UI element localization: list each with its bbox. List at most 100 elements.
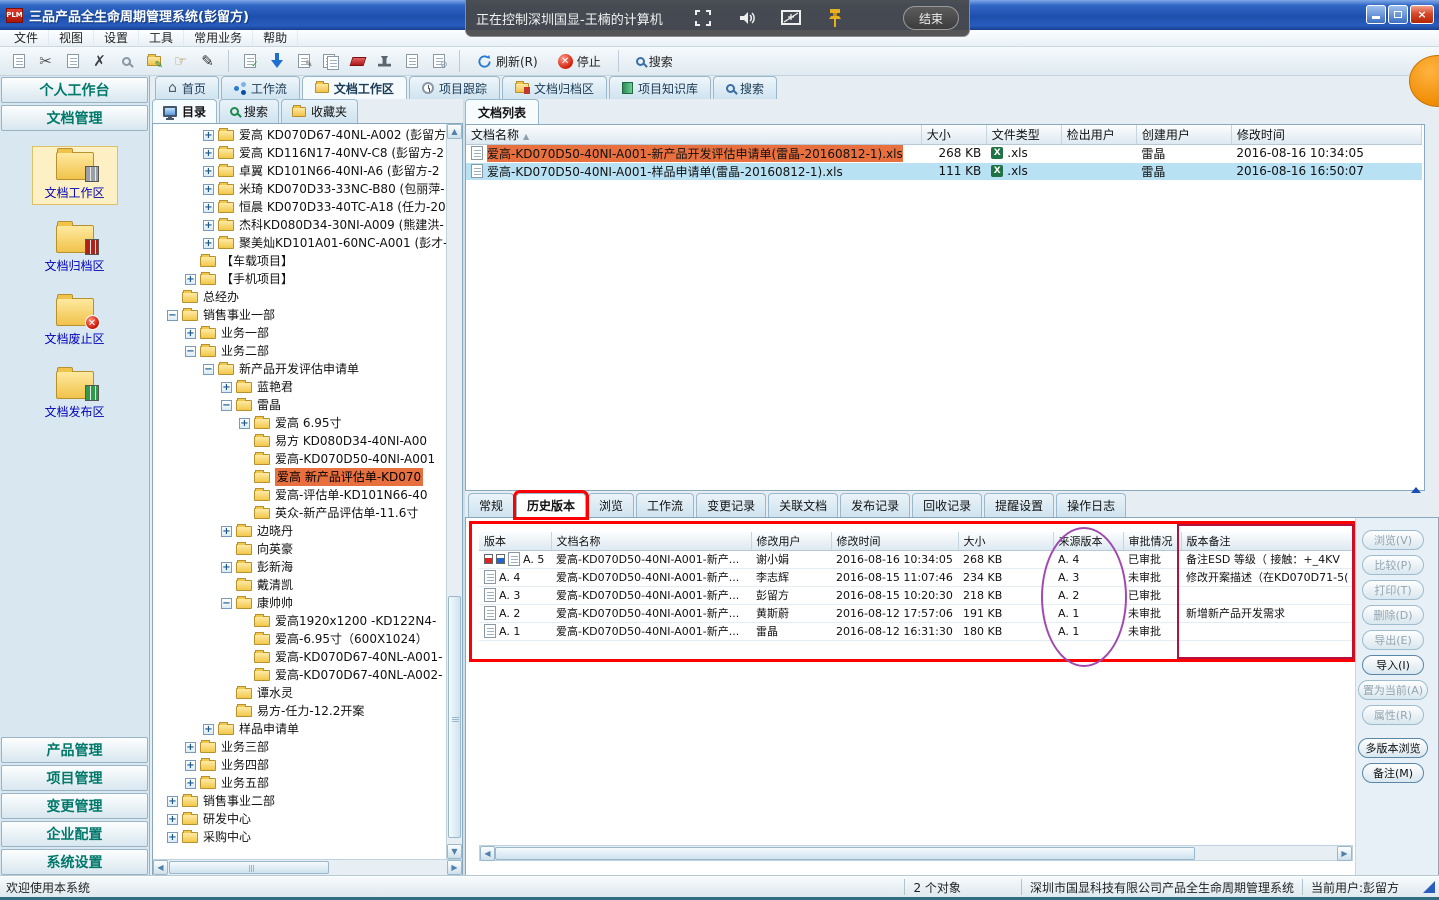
history-column-header-6[interactable]: 审批情况 <box>1123 532 1181 550</box>
expand-icon[interactable]: + <box>203 238 214 249</box>
tree-row[interactable]: +谭水灵 <box>153 684 446 702</box>
expand-icon[interactable]: + <box>167 832 178 843</box>
tree-row[interactable]: +业务三部 <box>153 738 446 756</box>
doc-column-header-1[interactable]: 大小 <box>921 125 986 144</box>
history-version-row[interactable]: A. 1爱高-KD070D50-40NI-A001-新产...雷晶2016-08… <box>479 622 1353 640</box>
nav-tab-0[interactable]: ⌂首页 <box>155 76 219 99</box>
expand-icon[interactable]: + <box>203 202 214 213</box>
history-column-header-4[interactable]: 大小 <box>958 532 1053 550</box>
expand-icon[interactable]: + <box>167 814 178 825</box>
tree-row[interactable]: +彭新海 <box>153 558 446 576</box>
expand-icon[interactable]: + <box>185 274 196 285</box>
history-version-row[interactable]: A. 3爱高-KD070D50-40NI-A001-新产...彭留方2016-0… <box>479 586 1353 604</box>
doc-column-header-3[interactable]: 检出用户 <box>1061 125 1136 144</box>
expand-icon[interactable]: + <box>221 562 232 573</box>
detail-tab-5[interactable]: 关联文档 <box>768 493 838 517</box>
action-button-8[interactable]: 多版本浏览 <box>1358 738 1428 758</box>
paste-icon[interactable] <box>60 49 85 73</box>
new-folder-icon[interactable]: ✎ <box>141 49 166 73</box>
collapse-icon[interactable]: − <box>167 310 178 321</box>
tree-row[interactable]: +采购中心 <box>153 828 446 846</box>
tree-row[interactable]: +易方 KD080D34-40NI-A00 <box>153 432 446 450</box>
tree-row[interactable]: +爱高-评估单-KD101N66-40 <box>153 486 446 504</box>
nav-tab-6[interactable]: 搜索 <box>713 76 777 99</box>
sound-icon[interactable] <box>732 7 762 29</box>
tree-horizontal-scrollbar[interactable]: ◀ ▶ <box>153 859 462 875</box>
expand-icon[interactable]: + <box>221 526 232 537</box>
menu-item-3[interactable]: 工具 <box>139 30 184 46</box>
menu-item-1[interactable]: 视图 <box>49 30 94 46</box>
close-button[interactable]: × <box>1410 5 1434 24</box>
nav-tab-3[interactable]: 项目跟踪 <box>409 76 500 99</box>
tree-row[interactable]: +业务五部 <box>153 774 446 792</box>
tree-row[interactable]: +研发中心 <box>153 810 446 828</box>
history-column-header-5[interactable]: 来源版本 <box>1053 532 1123 550</box>
tree-row[interactable]: +爱高 KD116N17-40NV-C8 (彭留方-2 <box>153 144 446 162</box>
tree-row[interactable]: +米琦 KD070D33-33NC-B80 (包丽萍- <box>153 180 446 198</box>
history-horizontal-scrollbar[interactable]: ◀ ▶ <box>479 845 1353 861</box>
expand-icon[interactable]: + <box>203 148 214 159</box>
tree-row[interactable]: +【手机项目】 <box>153 270 446 288</box>
edit-document-icon[interactable]: ✎ <box>291 49 316 73</box>
detail-tab-3[interactable]: 工作流 <box>636 493 694 517</box>
search-button[interactable]: 搜索 <box>627 49 682 73</box>
tree-row[interactable]: +【车载项目】 <box>153 252 446 270</box>
tree-row[interactable]: +边晓丹 <box>153 522 446 540</box>
sidebar-section-1[interactable]: 项目管理 <box>1 765 148 791</box>
document-row[interactable]: 爱高-KD070D50-40NI-A001-新产品开发评估申请单(雷晶-2016… <box>466 144 1422 162</box>
action-button-9[interactable]: 备注(M) <box>1362 763 1424 783</box>
sidebar-section-personal-workspace[interactable]: 个人工作台 <box>1 77 148 103</box>
tree-row[interactable]: +爱高 新产品评估单-KD070 <box>153 468 446 486</box>
tree-row[interactable]: +销售事业二部 <box>153 792 446 810</box>
tree-row[interactable]: −业务二部 <box>153 342 446 360</box>
pointer-icon[interactable]: ☞ <box>168 49 193 73</box>
explorer-tab-2[interactable]: 收藏夹 <box>281 99 358 123</box>
expand-icon[interactable]: + <box>221 382 232 393</box>
checkin-icon[interactable]: ✓ <box>237 49 262 73</box>
scroll-right-icon[interactable]: ▶ <box>1337 846 1352 861</box>
copy-document-icon[interactable] <box>318 49 343 73</box>
document-block-icon[interactable]: ⊘ <box>426 49 451 73</box>
tree-row[interactable]: +恒晨 KD070D33-40TC-A18 (任力-20 <box>153 198 446 216</box>
fullscreen-icon[interactable] <box>688 7 718 29</box>
signature-icon[interactable]: ✎ <box>195 49 220 73</box>
minimize-button[interactable] <box>1366 5 1386 24</box>
collapse-icon[interactable]: − <box>221 598 232 609</box>
pin-icon[interactable] <box>820 7 850 29</box>
history-hscroll-thumb[interactable] <box>495 847 1195 860</box>
expand-icon[interactable]: + <box>203 130 214 141</box>
tree-row[interactable]: +爱高-KD070D67-40NL-A001- <box>153 648 446 666</box>
document-row[interactable]: 爱高-KD070D50-40NI-A001-样品申请单(雷晶-20160812-… <box>466 162 1422 180</box>
resize-grip-icon[interactable] <box>1423 881 1435 893</box>
sidebar-item-1[interactable]: 文档归档区 <box>32 219 118 278</box>
nav-tab-4[interactable]: 文档归档区 <box>502 76 607 99</box>
key-icon[interactable] <box>114 49 139 73</box>
action-button-5[interactable]: 导入(I) <box>1362 655 1424 675</box>
scroll-down-icon[interactable]: ▼ <box>447 844 462 859</box>
expand-icon[interactable]: + <box>203 220 214 231</box>
tree-scroll-thumb[interactable] <box>448 596 461 838</box>
stamp-icon[interactable] <box>372 49 397 73</box>
tree-row[interactable]: +蓝艳君 <box>153 378 446 396</box>
doc-column-header-0[interactable]: 文档名称▲ <box>466 125 921 144</box>
sidebar-item-0[interactable]: 文档工作区 <box>32 146 118 205</box>
detail-tab-2[interactable]: 浏览 <box>588 493 634 517</box>
scroll-right-icon[interactable]: ▶ <box>447 860 462 875</box>
menu-item-5[interactable]: 帮助 <box>253 30 298 46</box>
eraser-icon[interactable] <box>345 49 370 73</box>
end-session-button[interactable]: 结束 <box>903 6 959 30</box>
copy-icon[interactable] <box>6 49 31 73</box>
sidebar-section-document-management[interactable]: 文档管理 <box>1 105 148 131</box>
tree-vertical-scrollbar[interactable]: ▲ ▼ <box>446 124 462 859</box>
expand-icon[interactable]: + <box>185 778 196 789</box>
tree-row[interactable]: +爱高-6.95寸（600X1024） <box>153 630 446 648</box>
detail-tab-8[interactable]: 提醒设置 <box>984 493 1054 517</box>
menu-item-4[interactable]: 常用业务 <box>184 30 253 46</box>
cut-icon[interactable]: ✂ <box>33 49 58 73</box>
scroll-left-icon[interactable]: ◀ <box>480 846 495 861</box>
tree-row[interactable]: +业务四部 <box>153 756 446 774</box>
doc-column-header-5[interactable]: 修改时间 <box>1231 125 1421 144</box>
nav-tab-5[interactable]: 项目知识库 <box>609 76 711 99</box>
history-column-header-0[interactable]: 版本 <box>479 532 551 550</box>
tree-row[interactable]: +总经办 <box>153 288 446 306</box>
